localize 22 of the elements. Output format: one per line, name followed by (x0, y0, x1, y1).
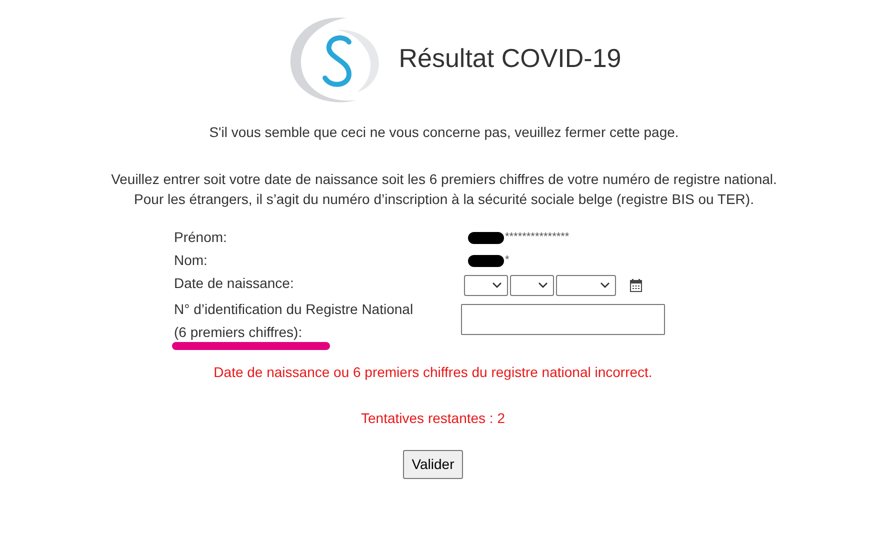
field-label: N° d’identification du Registre National (174, 300, 414, 319)
attempts-text: Tentatives restantes : 2 (361, 409, 505, 428)
error-message: Date de naissance ou 6 premiers chiffres du registre national incorrect. (214, 363, 652, 382)
instruction-text: Pour les étrangers, il s’agit du numéro d’inscription à la sécurité sociale belge (registre BIS ou TER). (134, 190, 754, 209)
field-value: *************** (505, 230, 570, 246)
field-label: Nom: (174, 251, 208, 270)
field-value: * (505, 253, 510, 268)
submit-button[interactable]: Valider (402, 450, 464, 479)
date-select[interactable] (464, 274, 508, 296)
field-label: Date de naissance: (174, 274, 295, 293)
chevron-icon (538, 282, 548, 288)
chevron-icon (600, 282, 610, 288)
input-field[interactable] (461, 304, 665, 335)
instruction-text: Veuillez entrer soit votre date de naissance soit les 6 premiers chiffres de votre numéro de registre national. (111, 170, 777, 189)
chevron-icon (492, 282, 502, 288)
date-select[interactable] (556, 274, 616, 296)
calendar-icon[interactable] (630, 278, 642, 292)
field-label: Prénom: (174, 228, 228, 247)
field-label: (6 premiers chiffres): (174, 323, 304, 342)
page-title: Résultat COVID-19 (398, 42, 622, 74)
notice-text: S'il vous semble que ceci ne vous concerne pas, veuillez fermer cette page. (209, 123, 679, 142)
date-select[interactable] (510, 274, 554, 296)
